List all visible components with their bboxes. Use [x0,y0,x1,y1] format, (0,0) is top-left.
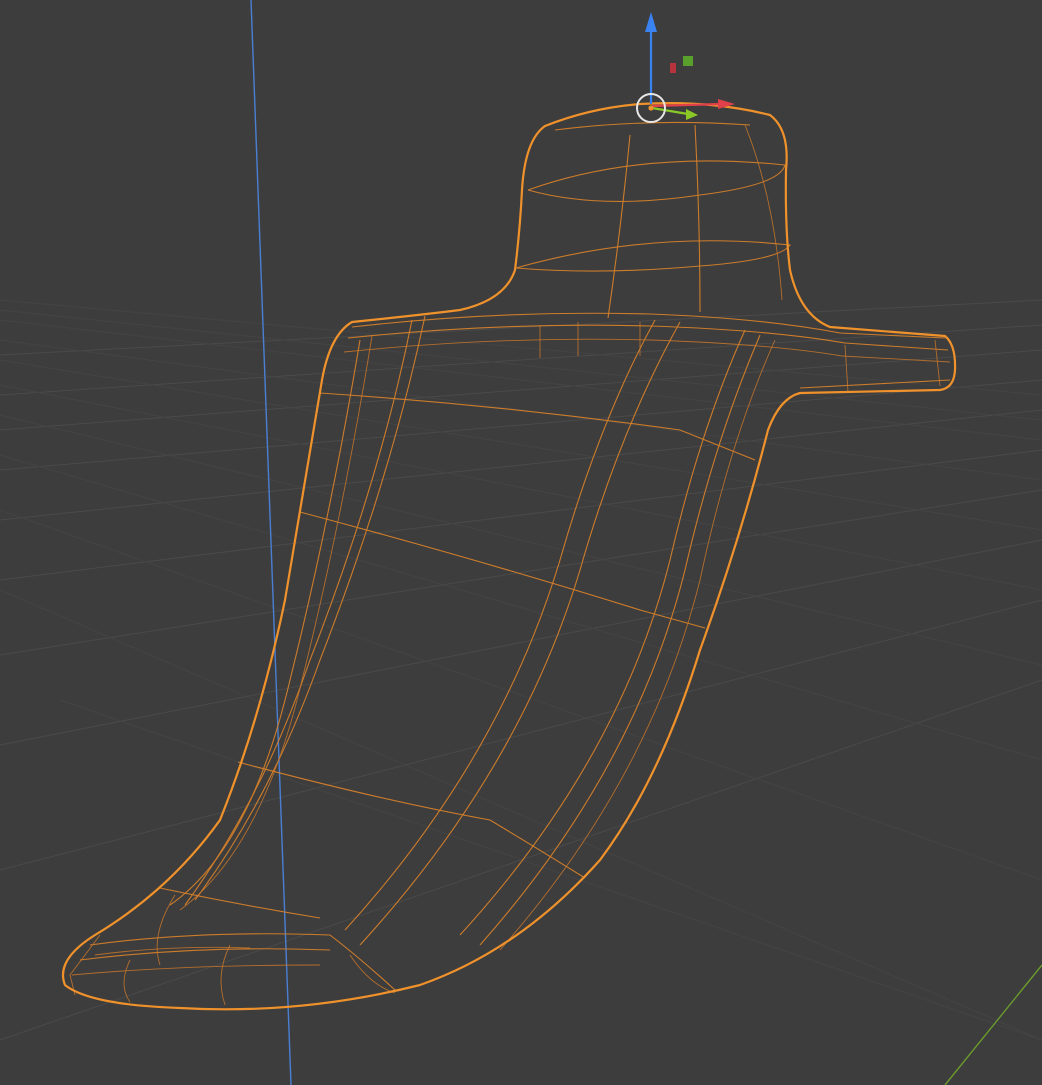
fin-mesh-object[interactable] [61,102,957,1011]
green-plane-handle[interactable] [683,56,693,66]
selection-outline [61,102,957,1011]
viewport-canvas[interactable] [0,0,1042,1085]
3d-viewport[interactable] [0,0,1042,1085]
world-z-axis [250,0,292,1085]
transform-gizmo[interactable] [636,12,735,123]
object-origin-dot [648,105,654,111]
red-plane-handle[interactable] [670,63,676,73]
gizmo-z-arrowhead[interactable] [645,12,657,32]
gizmo-y-arrowhead[interactable] [686,109,698,120]
gizmo-y-axis[interactable] [651,106,689,116]
mesh-wireframe-edges [69,121,951,1006]
world-y-axis [944,964,1042,1085]
